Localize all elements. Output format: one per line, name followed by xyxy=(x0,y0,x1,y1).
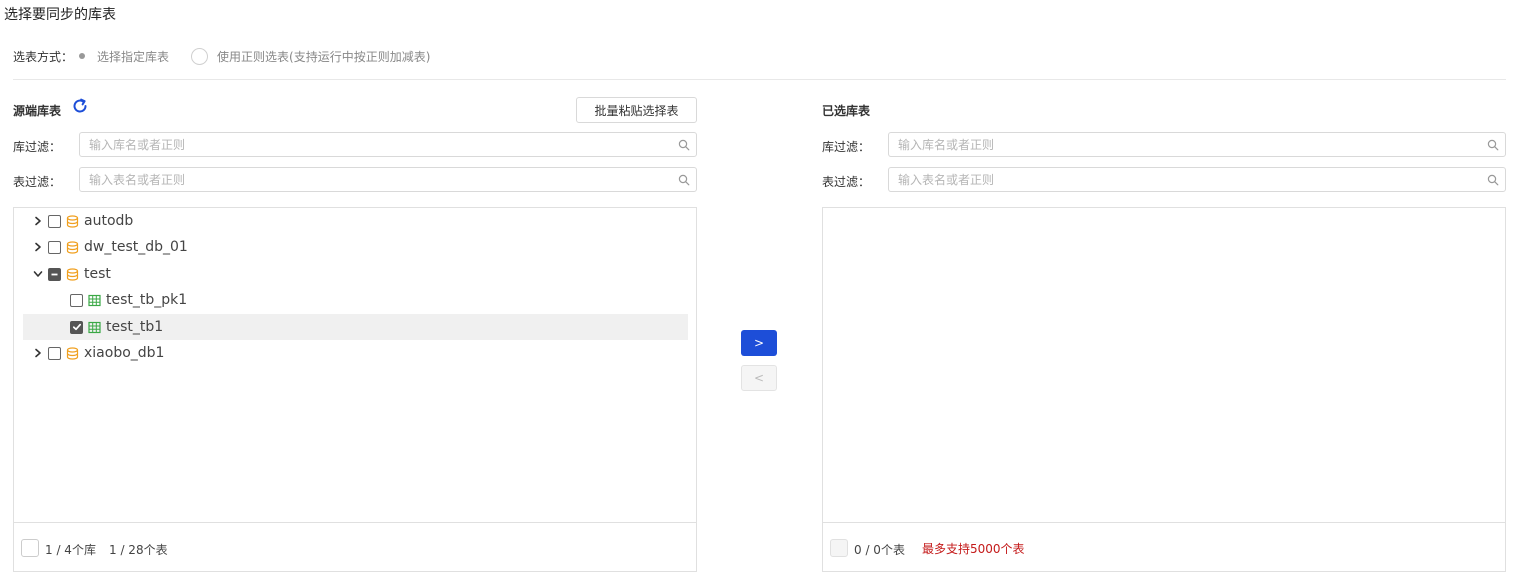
radio-specific-tables[interactable]: 选择指定库表 xyxy=(79,48,169,65)
selected-db-filter xyxy=(888,132,1506,157)
source-tables-title: 源端库表 xyxy=(13,104,62,118)
tree-node-label: dw_test_db_01 xyxy=(84,239,188,255)
move-right-button[interactable]: > xyxy=(741,330,777,356)
source-db-filter-input[interactable] xyxy=(80,133,678,156)
selected-table-filter-input[interactable] xyxy=(889,168,1487,191)
table-icon xyxy=(88,321,101,333)
tree-node-db[interactable]: dw_test_db_01 xyxy=(32,234,682,260)
select-mode-label: 选表方式： xyxy=(13,49,74,64)
source-table-filter-input[interactable] xyxy=(80,168,678,191)
radio-unselected-circle xyxy=(191,47,209,65)
selected-db-filter-label: 库过滤： xyxy=(822,140,871,154)
table-count: 1 / 28个表 xyxy=(109,543,168,557)
tree-node-db[interactable]: autodb xyxy=(32,208,682,234)
radio-regex-tables[interactable]: 使用正则选表(支持运行中按正则加减表) xyxy=(191,47,431,65)
source-tree-panel: autodb dw_test_db_01 test test_tb_pk1 te… xyxy=(13,207,697,572)
database-icon xyxy=(66,267,79,281)
database-icon xyxy=(66,346,79,360)
tree-node-db[interactable]: test xyxy=(32,261,682,287)
radio-regex-tables-label: 使用正则选表(支持运行中按正则加减表) xyxy=(217,49,431,64)
move-left-button[interactable]: < xyxy=(741,365,777,391)
source-table-filter xyxy=(79,167,697,192)
search-icon xyxy=(678,174,690,185)
database-icon xyxy=(66,214,79,228)
source-panel-footer: 1 / 4个库 1 / 28个表 xyxy=(14,522,696,571)
table-limit-note: 最多支持5000个表 xyxy=(922,542,1025,556)
source-table-filter-label: 表过滤： xyxy=(13,175,62,189)
divider xyxy=(13,79,1506,80)
selected-tables-title: 已选库表 xyxy=(822,104,871,118)
search-icon xyxy=(678,139,690,150)
source-db-filter-label: 库过滤： xyxy=(13,140,62,154)
chevron-right-icon[interactable] xyxy=(32,347,44,359)
selected-table-filter xyxy=(888,167,1506,192)
tree-node-label: test xyxy=(84,266,111,282)
select-mode-row: 选表方式： 选择指定库表 使用正则选表(支持运行中按正则加减表) xyxy=(13,47,452,65)
selected-tree-panel: 0 / 0个表 最多支持5000个表 xyxy=(822,207,1506,572)
db-count: 1 / 4个库 xyxy=(45,543,96,557)
batch-paste-button[interactable]: 批量粘贴选择表 xyxy=(576,97,697,123)
select-all-checkbox[interactable] xyxy=(830,539,848,557)
database-icon xyxy=(66,240,79,254)
checkbox[interactable] xyxy=(48,214,61,228)
select-all-checkbox[interactable] xyxy=(21,539,39,557)
tree-node-table[interactable]: test_tb_pk1 xyxy=(70,287,688,313)
checkbox-partial[interactable] xyxy=(48,267,61,281)
source-db-filter xyxy=(79,132,697,157)
tree-node-label: xiaobo_db1 xyxy=(84,345,165,361)
selected-table-count: 0 / 0个表 xyxy=(854,543,905,557)
page-title: 选择要同步的库表 xyxy=(4,7,116,23)
checkbox-checked[interactable] xyxy=(70,320,83,334)
tree-node-label: autodb xyxy=(84,213,134,229)
search-icon xyxy=(1487,139,1499,150)
search-icon xyxy=(1487,174,1499,185)
chevron-down-icon[interactable] xyxy=(32,268,44,280)
table-icon xyxy=(88,294,101,306)
selected-panel-footer: 0 / 0个表 最多支持5000个表 xyxy=(823,522,1505,571)
radio-selected-dot xyxy=(79,53,86,59)
radio-specific-tables-label: 选择指定库表 xyxy=(97,49,170,64)
checkbox[interactable] xyxy=(48,346,61,360)
refresh-icon[interactable] xyxy=(71,97,89,115)
tree-node-label: test_tb1 xyxy=(106,319,164,335)
tree-node-db[interactable]: xiaobo_db1 xyxy=(32,340,682,366)
checkbox[interactable] xyxy=(48,240,61,254)
selected-db-filter-input[interactable] xyxy=(889,133,1487,156)
chevron-right-icon[interactable] xyxy=(32,215,44,227)
checkbox[interactable] xyxy=(70,293,83,307)
selected-table-filter-label: 表过滤： xyxy=(822,175,871,189)
chevron-right-icon[interactable] xyxy=(32,241,44,253)
tree-node-label: test_tb_pk1 xyxy=(106,292,188,308)
tree-node-table[interactable]: test_tb1 xyxy=(23,314,688,340)
